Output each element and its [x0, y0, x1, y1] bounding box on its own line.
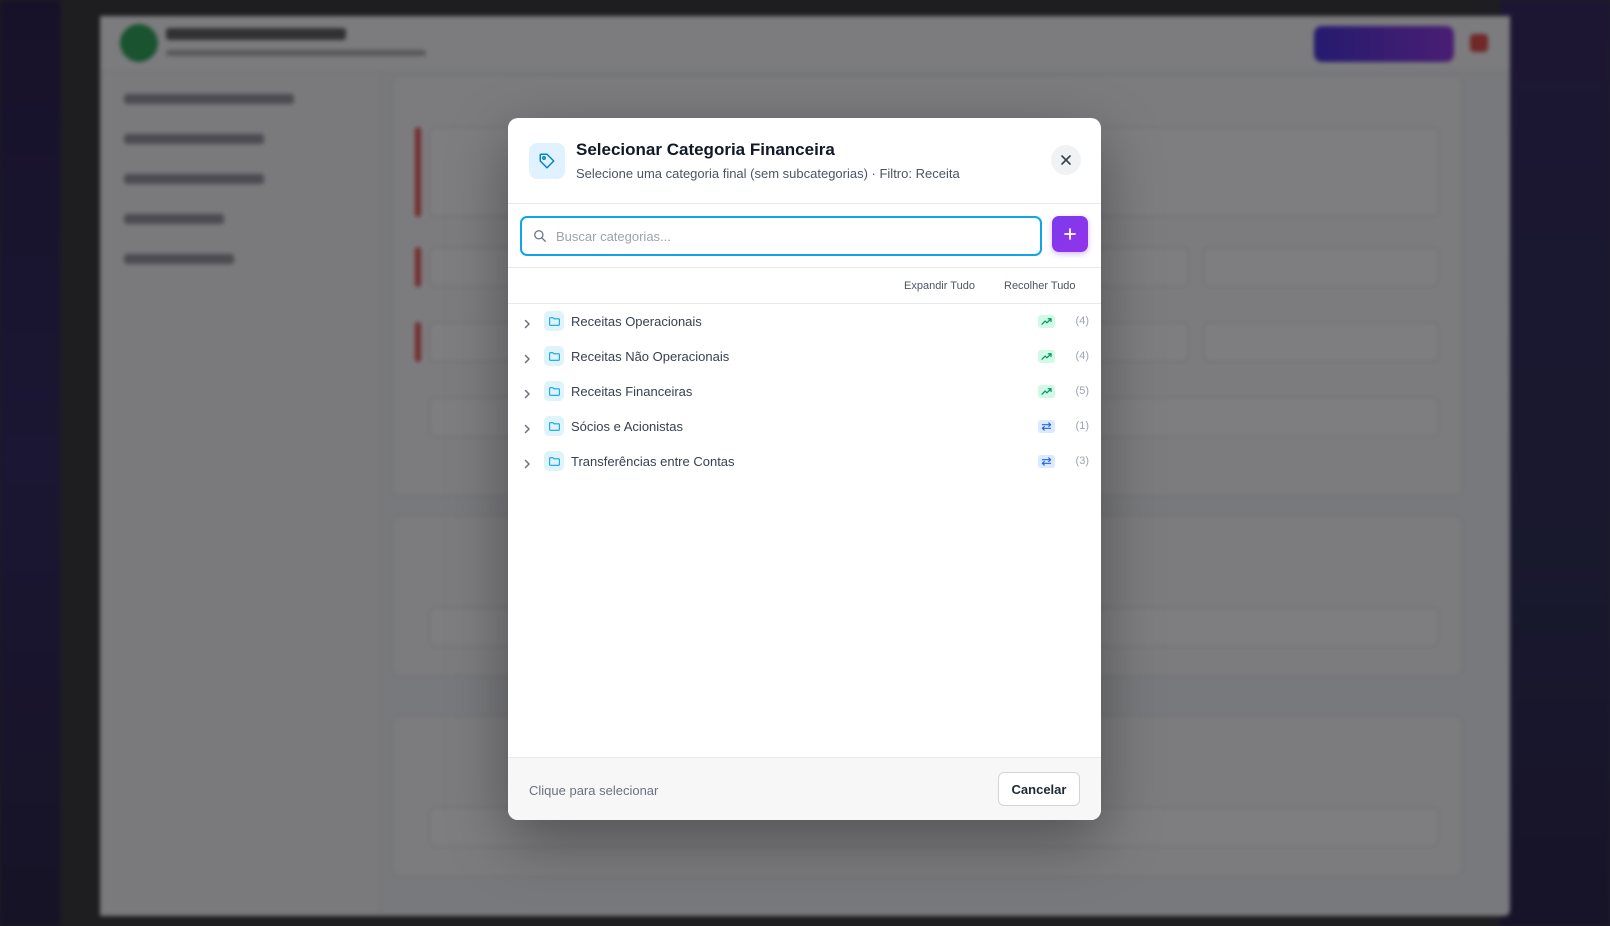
cancel-button[interactable]: Cancelar	[998, 772, 1080, 806]
category-row[interactable]: Receitas Não Operacionais (4)	[508, 340, 1101, 375]
category-label: Receitas Não Operacionais	[571, 349, 730, 364]
plus-icon	[1064, 228, 1076, 240]
chevron-right-icon[interactable]	[522, 351, 532, 369]
close-icon	[1061, 155, 1071, 165]
search-input[interactable]	[556, 218, 1026, 254]
dialog-header: Selecionar Categoria Financeira Selecion…	[508, 118, 1101, 204]
category-row[interactable]: Receitas Financeiras (5)	[508, 375, 1101, 410]
chevron-right-icon[interactable]	[522, 316, 532, 334]
folder-icon	[544, 451, 564, 471]
category-count: (4)	[1075, 315, 1089, 327]
folder-icon	[544, 381, 564, 401]
transfer-icon	[1038, 455, 1055, 468]
chevron-right-icon[interactable]	[522, 421, 532, 439]
chevron-right-icon[interactable]	[522, 386, 532, 404]
search-row	[508, 204, 1101, 268]
dialog-title: Selecionar Categoria Financeira	[576, 140, 835, 159]
close-button[interactable]	[1051, 145, 1081, 175]
category-select-dialog: Selecionar Categoria Financeira Selecion…	[508, 118, 1101, 820]
category-label: Receitas Financeiras	[571, 384, 693, 399]
category-row[interactable]: Transferências entre Contas (3)	[508, 445, 1101, 480]
tree-tools: Expandir Tudo Recolher Tudo	[508, 268, 1101, 304]
folder-icon	[544, 346, 564, 366]
folder-icon	[544, 416, 564, 436]
trending-up-icon	[1038, 315, 1055, 328]
category-row[interactable]: Sócios e Acionistas (1)	[508, 410, 1101, 445]
trending-up-icon	[1038, 350, 1055, 363]
expand-all-button[interactable]: Expandir Tudo	[904, 280, 975, 292]
category-count: (3)	[1075, 455, 1089, 467]
category-tree: Receitas Operacionais (4) Receitas Não Ope…	[508, 305, 1101, 480]
search-icon	[534, 230, 546, 242]
tag-icon	[529, 143, 565, 179]
category-count: (5)	[1075, 385, 1089, 397]
transfer-icon	[1038, 420, 1055, 433]
category-label: Transferências entre Contas	[571, 454, 735, 469]
collapse-all-button[interactable]: Recolher Tudo	[1004, 280, 1076, 292]
category-count: (4)	[1075, 350, 1089, 362]
trending-up-icon	[1038, 385, 1055, 398]
category-count: (1)	[1075, 420, 1089, 432]
category-label: Receitas Operacionais	[571, 314, 702, 329]
search-box	[520, 216, 1042, 256]
chevron-right-icon[interactable]	[522, 456, 532, 474]
category-label: Sócios e Acionistas	[571, 419, 684, 434]
add-category-button[interactable]	[1052, 216, 1088, 252]
dialog-subtitle: Selecione uma categoria final (sem subca…	[576, 166, 960, 181]
folder-icon	[544, 311, 564, 331]
footer-hint: Clique para selecionar	[529, 783, 659, 798]
dialog-footer: Clique para selecionar Cancelar	[508, 757, 1101, 820]
category-row[interactable]: Receitas Operacionais (4)	[508, 305, 1101, 340]
